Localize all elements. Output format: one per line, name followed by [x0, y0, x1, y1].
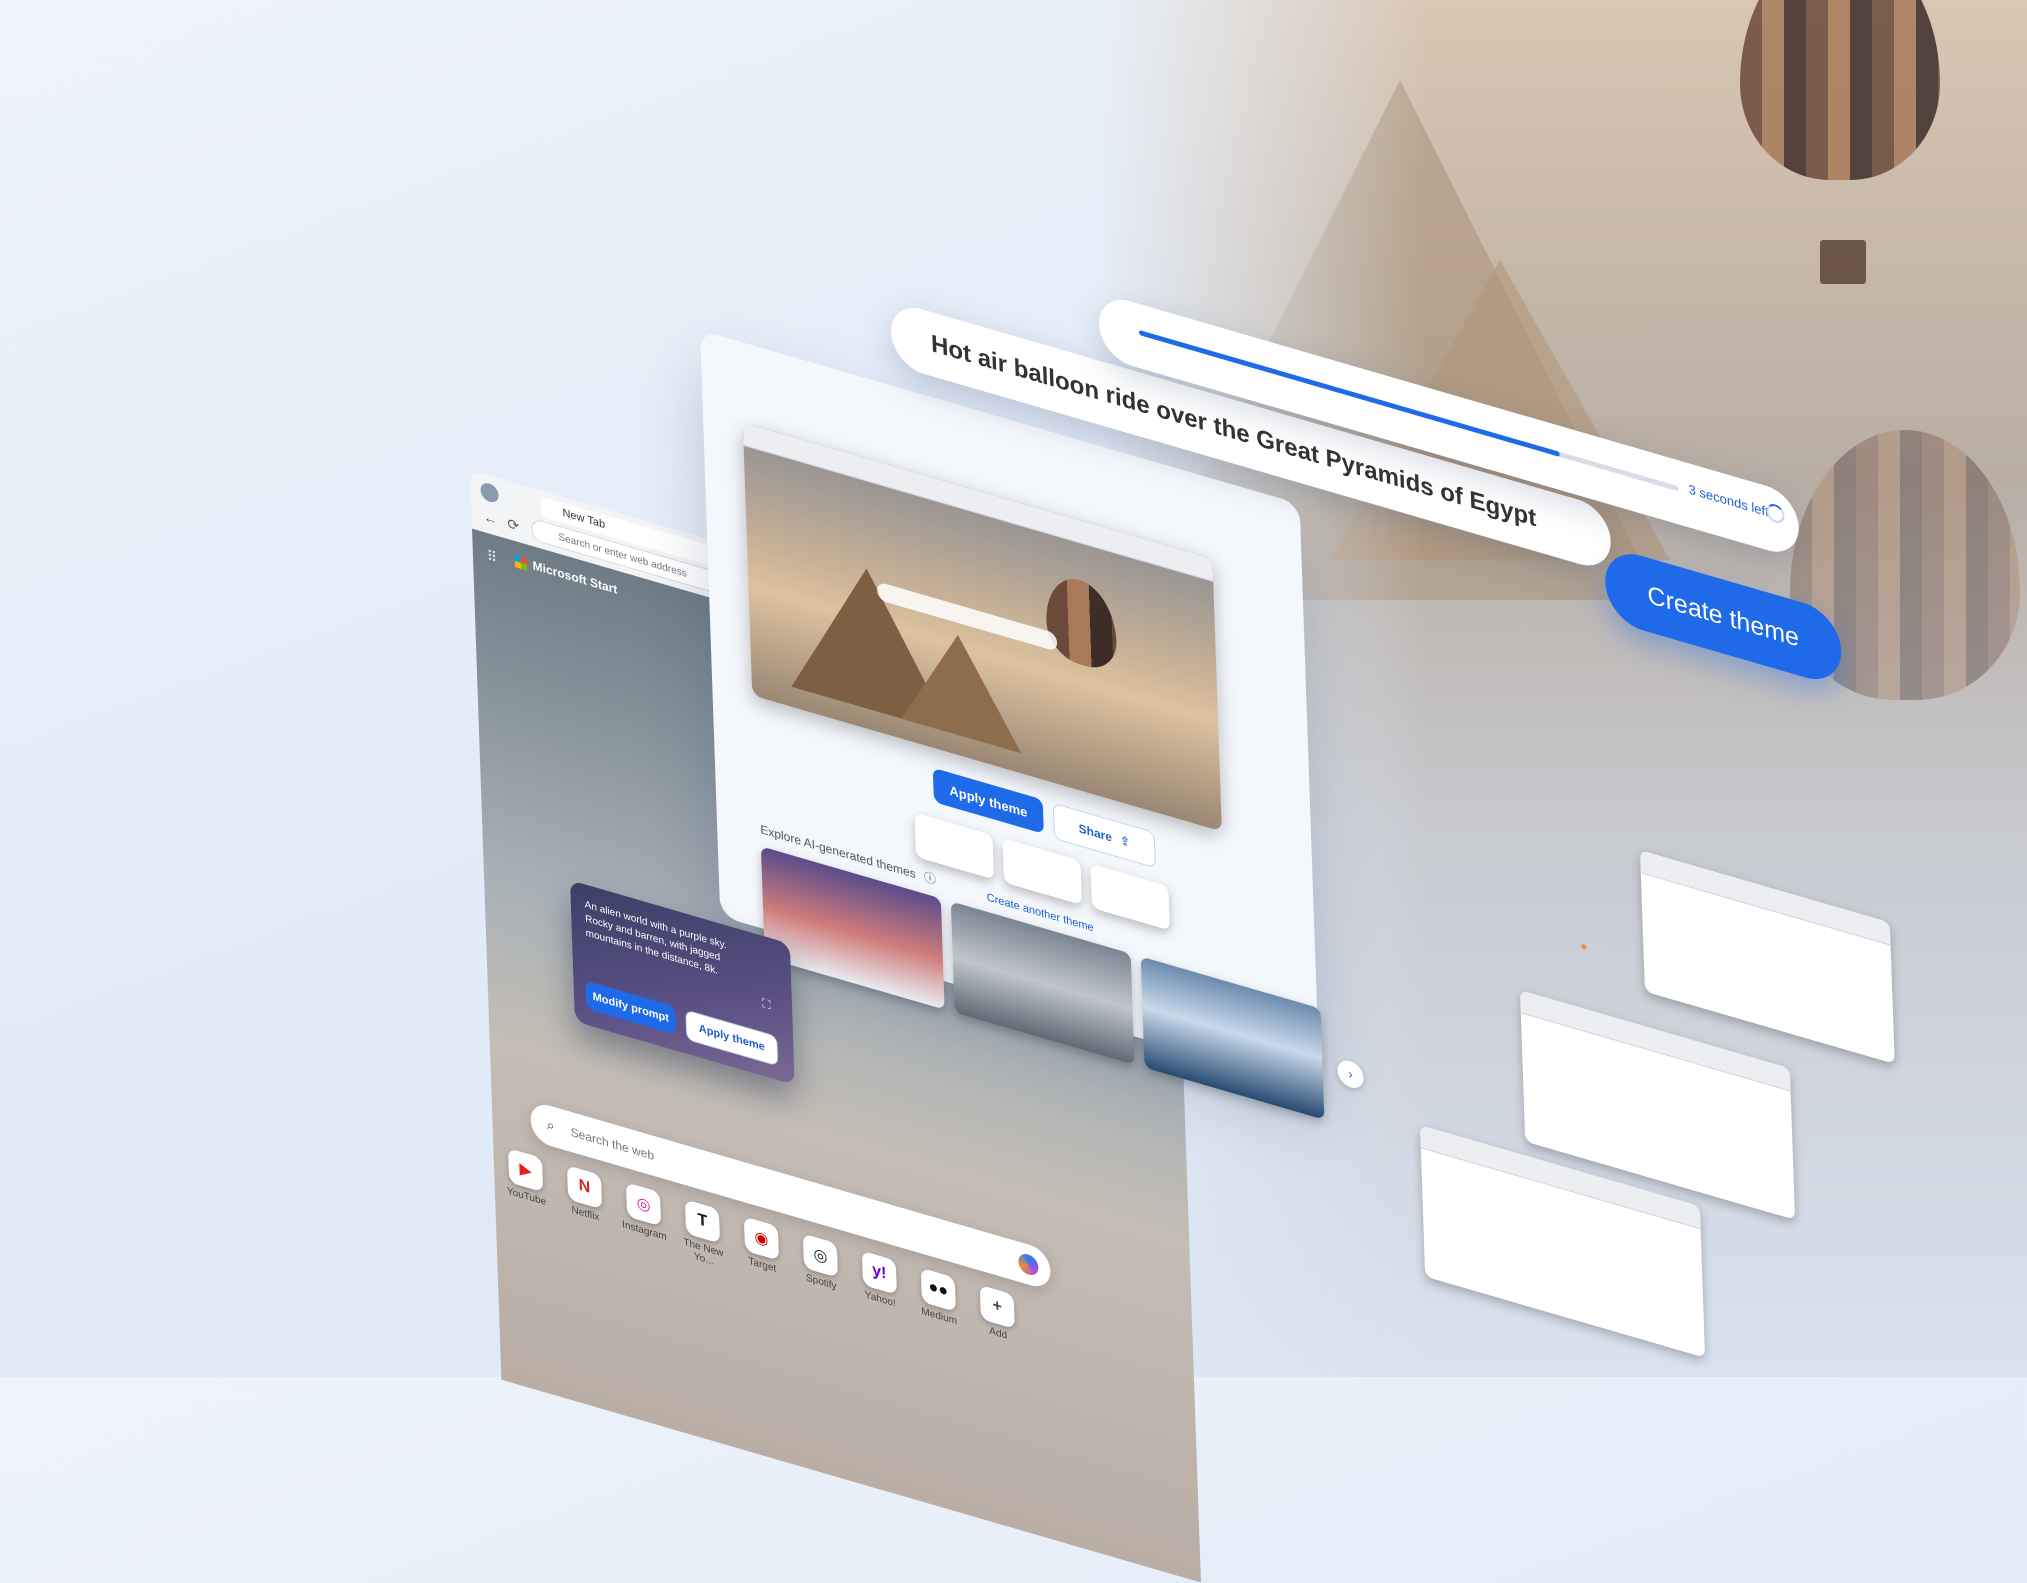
theme-preview-image — [742, 422, 1222, 832]
apps-grid-icon[interactable]: ⠿ — [487, 547, 498, 567]
background-balloon — [1740, 0, 1940, 180]
quick-link-label: The New Yo... — [683, 1236, 724, 1268]
theme-card-mountains[interactable] — [1140, 956, 1325, 1120]
theme-card-goat[interactable] — [950, 901, 1135, 1065]
modify-prompt-button[interactable]: Modify prompt — [585, 980, 677, 1035]
quick-link-2[interactable]: ◎ Instagram — [622, 1182, 667, 1273]
quick-link-8[interactable]: + Add — [979, 1284, 1017, 1376]
quick-link-3[interactable]: T The New Yo... — [683, 1199, 724, 1290]
profile-avatar[interactable] — [480, 480, 499, 505]
quick-link-0[interactable]: ▶ YouTube — [507, 1148, 546, 1239]
quick-link-5[interactable]: ◎ Spotify — [802, 1233, 840, 1324]
background-balloon-basket — [1820, 240, 1866, 284]
quick-link-7[interactable]: ●● Medium — [920, 1267, 958, 1359]
microsoft-logo — [514, 554, 527, 571]
preview-balloon — [1044, 570, 1118, 676]
refresh-icon[interactable]: ⟳ — [507, 515, 519, 536]
copilot-icon[interactable] — [1018, 1251, 1039, 1278]
preview-pyramid — [897, 617, 1022, 754]
quick-link-4[interactable]: ◉ Target — [743, 1216, 781, 1307]
expand-icon[interactable]: ⛶ — [762, 996, 771, 1014]
search-icon: ⌕ — [546, 1115, 555, 1135]
tab-title: New Tab — [562, 506, 606, 532]
time-left-text: 3 seconds left — [1688, 481, 1769, 520]
back-icon[interactable]: ← — [483, 508, 498, 528]
info-icon[interactable]: ⓘ — [924, 869, 936, 887]
quick-link-1[interactable]: N Netflix — [566, 1165, 604, 1256]
sun-icon: ● — [1580, 938, 1588, 955]
share-icon: ⇪ — [1119, 832, 1131, 851]
quick-link-6[interactable]: y! Yahoo! — [861, 1250, 899, 1342]
loading-spinner-icon — [1766, 501, 1785, 526]
